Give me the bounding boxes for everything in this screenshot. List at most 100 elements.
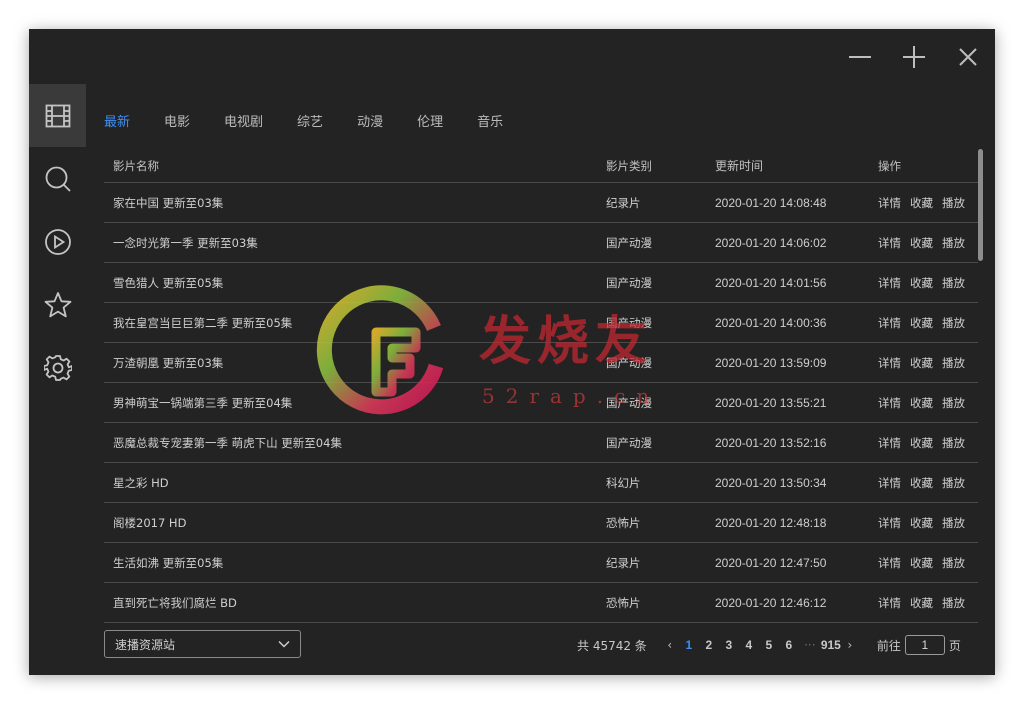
next-page-button[interactable]: › [841, 638, 859, 652]
chevron-down-icon [278, 640, 290, 648]
detail-link[interactable]: 详情 [878, 515, 901, 531]
video-category: 国产动漫 [606, 315, 652, 330]
row-actions: 详情 收藏 播放 [878, 503, 974, 542]
star-icon [44, 291, 71, 317]
source-select[interactable]: 速播资源站 [104, 630, 301, 658]
sidebar-item-play[interactable] [29, 210, 86, 273]
table-row[interactable]: 万渣朝凰 更新至03集 国产动漫 2020-01-20 13:59:09 详情 收藏 播放 [104, 343, 978, 383]
table-row[interactable]: 直到死亡将我们腐烂 BD 恐怖片 2020-01-20 12:46:12 详情 收藏 播放 [104, 583, 978, 623]
scrollbar-thumb[interactable] [978, 149, 983, 261]
prev-page-button[interactable]: ‹ [661, 638, 679, 652]
detail-link[interactable]: 详情 [878, 555, 901, 571]
table-row[interactable]: 生活如沸 更新至05集 纪录片 2020-01-20 12:47:50 详情 收藏 播放 [104, 543, 978, 583]
row-actions: 详情 收藏 播放 [878, 343, 974, 382]
detail-link[interactable]: 详情 [878, 395, 901, 411]
video-name: 雪色猎人 更新至05集 [113, 275, 224, 290]
play-link[interactable]: 播放 [942, 315, 965, 331]
video-update-time: 2020-01-20 13:50:34 [715, 475, 827, 490]
detail-link[interactable]: 详情 [878, 195, 901, 211]
tab-tv-series[interactable]: 电视剧 [224, 111, 263, 130]
video-update-time: 2020-01-20 12:47:50 [715, 555, 827, 570]
minimize-button[interactable] [833, 29, 887, 85]
favorite-link[interactable]: 收藏 [910, 235, 933, 251]
video-name: 男神萌宝一锅端第三季 更新至04集 [113, 395, 293, 410]
table-row[interactable]: 家在中国 更新至03集 纪录片 2020-01-20 14:08:48 详情 收藏 播放 [104, 183, 978, 223]
page-3-button[interactable]: 3 [719, 638, 739, 652]
video-category: 纪录片 [606, 195, 641, 210]
scrollbar[interactable] [978, 149, 983, 619]
goto-page-input[interactable] [904, 635, 945, 655]
page-2-button[interactable]: 2 [699, 638, 719, 652]
header-ops: 操作 [878, 158, 901, 173]
play-link[interactable]: 播放 [942, 275, 965, 291]
page-suffix: 页 [948, 638, 961, 653]
play-link[interactable]: 播放 [942, 475, 965, 491]
last-page-button[interactable]: 915 [821, 638, 841, 652]
header-time: 更新时间 [715, 159, 764, 173]
page-ellipsis[interactable]: ··· [799, 638, 821, 652]
favorite-link[interactable]: 收藏 [910, 595, 933, 611]
table-header: 影片名称 影片类别 更新时间 操作 [104, 149, 978, 183]
detail-link[interactable]: 详情 [878, 275, 901, 291]
page-4-button[interactable]: 4 [739, 638, 759, 652]
play-link[interactable]: 播放 [942, 235, 965, 251]
page-6-button[interactable]: 6 [779, 638, 799, 652]
close-button[interactable] [941, 29, 995, 85]
tab-ethics[interactable]: 伦理 [417, 111, 443, 130]
page-1-button[interactable]: 1 [679, 638, 699, 652]
video-name: 生活如沸 更新至05集 [113, 555, 224, 570]
maximize-button[interactable] [887, 29, 941, 85]
play-link[interactable]: 播放 [942, 355, 965, 371]
close-icon [959, 48, 977, 66]
favorite-link[interactable]: 收藏 [910, 355, 933, 371]
row-actions: 详情 收藏 播放 [878, 303, 974, 342]
sidebar-item-library[interactable] [29, 84, 86, 147]
favorite-link[interactable]: 收藏 [910, 515, 933, 531]
favorite-link[interactable]: 收藏 [910, 555, 933, 571]
tab-anime[interactable]: 动漫 [357, 111, 383, 130]
table-row[interactable]: 男神萌宝一锅端第三季 更新至04集 国产动漫 2020-01-20 13:55:21… [104, 383, 978, 423]
film-grid-icon [45, 104, 70, 127]
table-row[interactable]: 阁楼2017 HD 恐怖片 2020-01-20 12:48:18 详情 收藏 播放 [104, 503, 978, 543]
play-link[interactable]: 播放 [942, 435, 965, 451]
row-actions: 详情 收藏 播放 [878, 263, 974, 302]
favorite-link[interactable]: 收藏 [910, 195, 933, 211]
video-update-time: 2020-01-20 14:08:48 [715, 195, 827, 210]
header-name: 影片名称 [113, 158, 159, 173]
favorite-link[interactable]: 收藏 [910, 315, 933, 331]
table-row[interactable]: 雪色猎人 更新至05集 国产动漫 2020-01-20 14:01:56 详情 收藏 播放 [104, 263, 978, 303]
table-row[interactable]: 我在皇宫当巨巨第二季 更新至05集 国产动漫 2020-01-20 14:00:36… [104, 303, 978, 343]
favorite-link[interactable]: 收藏 [910, 395, 933, 411]
tab-music[interactable]: 音乐 [477, 111, 503, 130]
play-link[interactable]: 播放 [942, 555, 965, 571]
detail-link[interactable]: 详情 [878, 235, 901, 251]
gear-icon [43, 354, 72, 381]
play-link[interactable]: 播放 [942, 395, 965, 411]
video-name: 阁楼2017 HD [113, 515, 187, 530]
favorite-link[interactable]: 收藏 [910, 275, 933, 291]
table-row[interactable]: 星之彩 HD 科幻片 2020-01-20 13:50:34 详情 收藏 播放 [104, 463, 978, 503]
favorite-link[interactable]: 收藏 [910, 475, 933, 491]
tab-latest[interactable]: 最新 [104, 111, 130, 130]
detail-link[interactable]: 详情 [878, 355, 901, 371]
page-5-button[interactable]: 5 [759, 638, 779, 652]
video-category: 国产动漫 [606, 435, 652, 450]
tab-variety[interactable]: 综艺 [297, 111, 323, 130]
sidebar-item-favorites[interactable] [29, 273, 86, 336]
total-count: 共 45742 条 [577, 638, 647, 653]
sidebar-item-settings[interactable] [29, 336, 86, 399]
row-actions: 详情 收藏 播放 [878, 463, 974, 502]
table-row[interactable]: 一念时光第一季 更新至03集 国产动漫 2020-01-20 14:06:02 详情收… [104, 223, 978, 263]
tab-movies[interactable]: 电影 [164, 111, 190, 130]
favorite-link[interactable]: 收藏 [910, 435, 933, 451]
play-link[interactable]: 播放 [942, 195, 965, 211]
detail-link[interactable]: 详情 [878, 475, 901, 491]
row-actions: 详情 收藏 播放 [878, 543, 974, 582]
detail-link[interactable]: 详情 [878, 315, 901, 331]
table-row[interactable]: 恶魔总裁专宠妻第一季 萌虎下山 更新至04集 国产动漫 2020-01-20 13:… [104, 423, 978, 463]
sidebar-item-search[interactable] [29, 147, 86, 210]
detail-link[interactable]: 详情 [878, 595, 901, 611]
play-link[interactable]: 播放 [942, 595, 965, 611]
detail-link[interactable]: 详情 [878, 435, 901, 451]
play-link[interactable]: 播放 [942, 515, 965, 531]
